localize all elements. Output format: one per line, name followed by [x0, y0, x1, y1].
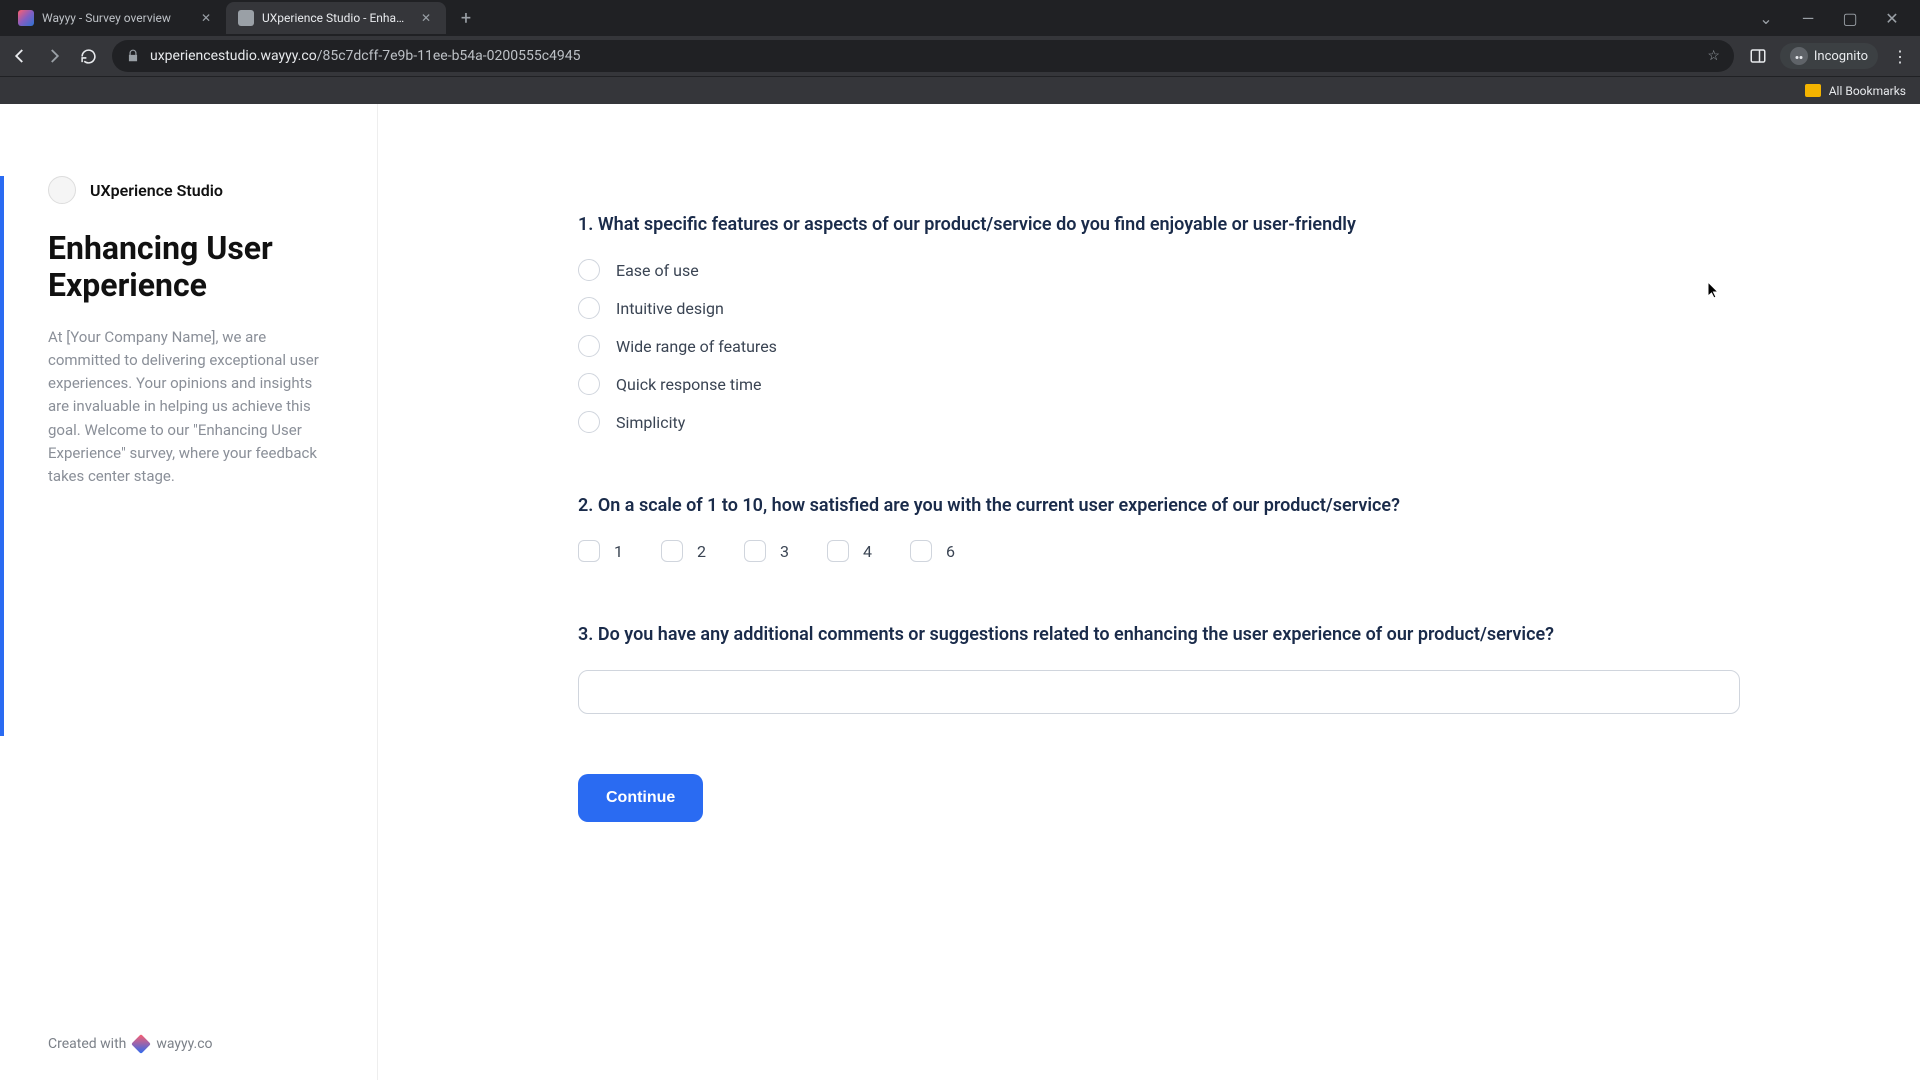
option-wide-range-of-features[interactable]: Wide range of features: [578, 335, 1740, 357]
radio-icon[interactable]: [578, 335, 600, 357]
option-label: 6: [946, 542, 955, 561]
question-1: 1. What specific features or aspects of …: [578, 212, 1740, 433]
checkbox-icon[interactable]: [827, 540, 849, 562]
option-label: 4: [863, 542, 872, 561]
tab-title: Wayyy - Survey overview: [42, 11, 190, 25]
favicon-page-icon: [238, 10, 254, 26]
url-text: uxperiencestudio.wayyy.co/85c7dcff-7e9b-…: [150, 48, 1697, 64]
close-icon[interactable]: ✕: [418, 10, 434, 26]
lock-icon: [126, 49, 140, 63]
option-label: 1: [614, 542, 623, 561]
page-body: UXperience Studio Enhancing User Experie…: [0, 104, 1920, 1080]
incognito-icon: [1790, 47, 1808, 65]
question-3: 3. Do you have any additional comments o…: [578, 622, 1740, 713]
question-title: 2. On a scale of 1 to 10, how satisfied …: [578, 493, 1740, 518]
checkbox-icon[interactable]: [578, 540, 600, 562]
org-name: UXperience Studio: [90, 181, 223, 200]
close-icon[interactable]: ✕: [198, 10, 214, 26]
tab-title: UXperience Studio - Enhancing: [262, 11, 410, 25]
survey-main: 1. What specific features or aspects of …: [378, 104, 1920, 1080]
tab-strip: Wayyy - Survey overview ✕ UXperience Stu…: [0, 0, 1920, 36]
scale-option-2[interactable]: 2: [661, 540, 706, 562]
window-controls: ⌄ — ▢ ✕: [1754, 9, 1914, 28]
radio-icon[interactable]: [578, 297, 600, 319]
wayyy-logo-icon: [131, 1034, 151, 1054]
survey-description: At [Your Company Name], we are committed…: [48, 326, 337, 489]
question-title: 1. What specific features or aspects of …: [578, 212, 1740, 237]
option-label: Intuitive design: [616, 299, 724, 318]
scale-option-6[interactable]: 6: [910, 540, 955, 562]
bookmark-star-icon[interactable]: ☆: [1707, 48, 1720, 64]
cursor-icon: [1708, 282, 1720, 300]
chevron-down-icon[interactable]: ⌄: [1754, 9, 1778, 28]
radio-icon[interactable]: [578, 259, 600, 281]
address-bar[interactable]: uxperiencestudio.wayyy.co/85c7dcff-7e9b-…: [112, 40, 1734, 72]
sidebar-accent-bar: [0, 176, 4, 736]
option-label: Simplicity: [616, 413, 685, 432]
radio-icon[interactable]: [578, 411, 600, 433]
survey-title: Enhancing User Experience: [48, 230, 337, 304]
folder-icon: [1805, 84, 1821, 97]
close-window-icon[interactable]: ✕: [1880, 9, 1904, 28]
incognito-badge[interactable]: Incognito: [1780, 43, 1878, 69]
question-1-options: Ease of use Intuitive design Wide range …: [578, 259, 1740, 433]
back-button[interactable]: [10, 46, 30, 66]
new-tab-button[interactable]: +: [452, 4, 480, 32]
org-row: UXperience Studio: [48, 176, 337, 204]
option-label: Quick response time: [616, 375, 761, 394]
reload-button[interactable]: [78, 46, 98, 66]
panel-toggle-icon[interactable]: [1748, 46, 1768, 66]
incognito-label: Incognito: [1814, 49, 1868, 64]
maximize-icon[interactable]: ▢: [1838, 9, 1862, 28]
option-quick-response-time[interactable]: Quick response time: [578, 373, 1740, 395]
org-avatar: [48, 176, 76, 204]
question-title: 3. Do you have any additional comments o…: [578, 622, 1740, 647]
option-label: Wide range of features: [616, 337, 777, 356]
checkbox-icon[interactable]: [744, 540, 766, 562]
option-label: 2: [697, 542, 706, 561]
scale-option-3[interactable]: 3: [744, 540, 789, 562]
created-with-brand: wayyy.co: [156, 1036, 212, 1052]
radio-icon[interactable]: [578, 373, 600, 395]
option-label: Ease of use: [616, 261, 699, 280]
all-bookmarks-link[interactable]: All Bookmarks: [1829, 84, 1906, 98]
option-simplicity[interactable]: Simplicity: [578, 411, 1740, 433]
comments-input[interactable]: [578, 670, 1740, 714]
continue-button[interactable]: Continue: [578, 774, 703, 822]
favicon-wayyy-icon: [18, 10, 34, 26]
scale-option-4[interactable]: 4: [827, 540, 872, 562]
forward-button[interactable]: [44, 46, 64, 66]
checkbox-icon[interactable]: [661, 540, 683, 562]
tab-wayyy-overview[interactable]: Wayyy - Survey overview ✕: [6, 2, 226, 34]
kebab-menu-icon[interactable]: ⋮: [1890, 46, 1910, 66]
bookmark-bar: All Bookmarks: [0, 76, 1920, 104]
browser-chrome: Wayyy - Survey overview ✕ UXperience Stu…: [0, 0, 1920, 104]
toolbar-right: Incognito ⋮: [1748, 43, 1910, 69]
tab-uxperience-survey[interactable]: UXperience Studio - Enhancing ✕: [226, 2, 446, 34]
checkbox-icon[interactable]: [910, 540, 932, 562]
option-label: 3: [780, 542, 789, 561]
question-2-options: 1 2 3 4 6: [578, 540, 1740, 562]
created-with[interactable]: Created with wayyy.co: [48, 1036, 213, 1052]
browser-toolbar: uxperiencestudio.wayyy.co/85c7dcff-7e9b-…: [0, 36, 1920, 76]
question-2: 2. On a scale of 1 to 10, how satisfied …: [578, 493, 1740, 562]
minimize-icon[interactable]: —: [1796, 9, 1820, 28]
survey-sidebar: UXperience Studio Enhancing User Experie…: [0, 104, 378, 1080]
option-intuitive-design[interactable]: Intuitive design: [578, 297, 1740, 319]
scale-option-1[interactable]: 1: [578, 540, 623, 562]
option-ease-of-use[interactable]: Ease of use: [578, 259, 1740, 281]
created-with-prefix: Created with: [48, 1036, 126, 1052]
